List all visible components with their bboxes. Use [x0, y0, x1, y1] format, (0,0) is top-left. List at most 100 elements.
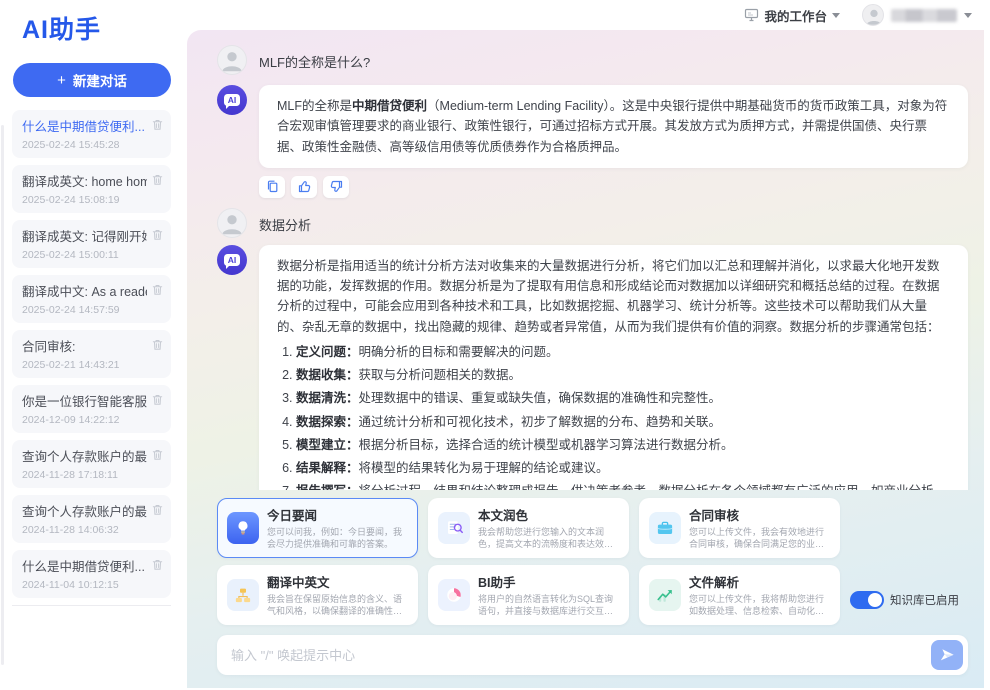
ai-intro: 数据分析是指用适当的统计分析方法对收集来的大量数据进行分析，将它们加以汇总和理解…	[277, 259, 940, 334]
card-desc: 我会帮助您进行您输入的文本润色，提高文本的流畅度和表达效果。	[478, 526, 619, 551]
card-title: 今日要闻	[267, 505, 408, 524]
trash-icon[interactable]	[151, 448, 164, 462]
avatar	[862, 4, 884, 26]
sidebar-scrollbar[interactable]	[1, 125, 4, 665]
conversation-time: 2025-02-21 14:43:21	[22, 359, 147, 371]
sidebar: AI助手 + 新建对话 什么是中期借贷便利... 2025-02-24 15:4…	[0, 0, 187, 690]
user-avatar	[217, 208, 247, 238]
conversation-item[interactable]: 翻译成中文: As a reader... 2025-02-24 14:57:5…	[12, 275, 171, 323]
conversation-time: 2024-11-04 10:12:15	[22, 579, 147, 591]
step-item: 报告撰写：将分析过程、结果和结论整理成报告，供决策者参考。数据分析在各个领域都有…	[296, 481, 950, 489]
step-item: 数据清洗：处理数据中的错误、重复或缺失值，确保数据的准确性和完整性。	[296, 388, 950, 408]
thumb-down-icon	[329, 179, 344, 194]
card-title: 合同审核	[689, 505, 830, 524]
like-button[interactable]	[291, 176, 317, 198]
bulb-icon	[227, 512, 259, 544]
ai-avatar: AI	[217, 85, 247, 115]
conversation-time: 2024-11-28 17:18:11	[22, 469, 147, 481]
knowledge-base-toggle[interactable]: 知识库已启用	[850, 591, 959, 609]
send-button[interactable]	[931, 640, 963, 670]
conversation-item[interactable]: 什么是中期借贷便利... 2024-11-04 10:12:15	[12, 550, 171, 598]
user-message: 数据分析	[217, 208, 968, 238]
trash-icon[interactable]	[151, 228, 164, 242]
card-title: 翻译中英文	[267, 572, 408, 591]
conversation-time: 2025-02-24 15:00:11	[22, 249, 147, 261]
conversation-list: 什么是中期借贷便利... 2025-02-24 15:45:28 翻译成英文: …	[0, 110, 187, 598]
trash-icon[interactable]	[151, 338, 164, 352]
conversation-item[interactable]: 翻译成英文: 记得刚开始... 2025-02-24 15:00:11	[12, 220, 171, 268]
conversation-time: 2025-02-24 15:08:19	[22, 194, 147, 206]
chat-main-area: MLF的全称是什么? AI MLF的全称是中期借贷便利（Medium-term …	[187, 30, 984, 688]
trash-icon[interactable]	[151, 558, 164, 572]
workspace-menu[interactable]: 我的工作台	[744, 6, 840, 25]
ai-avatar: AI	[217, 245, 247, 275]
card-contract-review[interactable]: 合同审核 您可以上传文件，我会有效地进行合同审核，确保合同满足您的业务需求。	[639, 498, 840, 558]
workspace-label: 我的工作台	[764, 6, 827, 25]
step-item: 结果解释：将模型的结果转化为易于理解的结论或建议。	[296, 458, 950, 478]
conversation-title: 合同审核:	[22, 336, 147, 355]
step-item: 定义问题：明确分析的目标和需要解决的问题。	[296, 342, 950, 362]
knowledge-base-label: 知识库已启用	[890, 592, 959, 608]
card-desc: 您可以上传文件，我会有效地进行合同审核，确保合同满足您的业务需求。	[689, 526, 830, 551]
divider	[12, 605, 171, 606]
toggle-on-icon	[850, 591, 884, 609]
monitor-icon	[744, 8, 759, 22]
plus-icon: +	[57, 72, 66, 89]
conversation-title: 什么是中期借贷便利...	[22, 556, 147, 575]
trash-icon[interactable]	[151, 118, 164, 132]
conversation-item[interactable]: 什么是中期借贷便利... 2025-02-24 15:45:28	[12, 110, 171, 158]
conversation-time: 2024-12-09 14:22:12	[22, 414, 147, 426]
analysis-steps: 定义问题：明确分析的目标和需要解决的问题。 数据收集：获取与分析问题相关的数据。…	[277, 342, 950, 490]
pie-chart-icon	[438, 579, 470, 611]
ai-message: AI MLF的全称是中期借贷便利（Medium-term Lending Fac…	[217, 85, 968, 168]
quick-cards-section: 今日要闻 您可以问我，例如：今日要闻，我会尽力提供准确和可靠的答案。 本文润色 …	[187, 490, 984, 625]
user-message-text: MLF的全称是什么?	[259, 52, 370, 71]
card-desc: 将用户的自然语言转化为SQL查询语句，并直接与数据库进行交互，返回智能推荐的图表…	[478, 593, 619, 618]
chevron-down-icon	[832, 13, 840, 18]
copy-icon	[265, 179, 280, 194]
message-input[interactable]	[231, 648, 931, 663]
step-item: 数据探索：通过统计分析和可视化技术，初步了解数据的分布、趋势和关联。	[296, 412, 950, 432]
conversation-item[interactable]: 翻译成英文: home home 2025-02-24 15:08:19	[12, 165, 171, 213]
card-text-polish[interactable]: 本文润色 我会帮助您进行您输入的文本润色，提高文本的流畅度和表达效果。	[428, 498, 629, 558]
step-item: 数据收集：获取与分析问题相关的数据。	[296, 365, 950, 385]
ai-message-card: MLF的全称是中期借贷便利（Medium-term Lending Facili…	[259, 85, 968, 168]
composer-section	[187, 625, 984, 688]
user-menu[interactable]	[862, 4, 972, 26]
top-header: 我的工作台	[187, 0, 990, 30]
conversation-title: 翻译成中文: As a reader...	[22, 281, 147, 300]
chat-messages: MLF的全称是什么? AI MLF的全称是中期借贷便利（Medium-term …	[187, 30, 984, 490]
user-avatar	[217, 45, 247, 75]
card-desc: 我会旨在保留原始信息的含义、语气和风格，以确保翻译的准确性和自然流畅。	[267, 593, 408, 618]
card-today-news[interactable]: 今日要闻 您可以问我，例如：今日要闻，我会尽力提供准确和可靠的答案。	[217, 498, 418, 558]
trash-icon[interactable]	[151, 173, 164, 187]
doc-polish-icon	[438, 512, 470, 544]
ai-message: AI 数据分析是指用适当的统计分析方法对收集来的大量数据进行分析，将它们加以汇总…	[217, 245, 968, 490]
conversation-item[interactable]: 你是一位银行智能客服, ... 2024-12-09 14:22:12	[12, 385, 171, 433]
dislike-button[interactable]	[323, 176, 349, 198]
ai-message-card: 数据分析是指用适当的统计分析方法对收集来的大量数据进行分析，将它们加以汇总和理解…	[259, 245, 968, 490]
conversation-time: 2024-11-28 14:06:32	[22, 524, 147, 536]
trash-icon[interactable]	[151, 503, 164, 517]
chevron-down-icon	[964, 13, 972, 18]
trash-icon[interactable]	[151, 393, 164, 407]
conversation-item[interactable]: 查询个人存款账户的最新... 2024-11-28 14:06:32	[12, 495, 171, 543]
briefcase-icon	[649, 512, 681, 544]
paper-plane-icon	[939, 647, 955, 663]
card-bi-assistant[interactable]: BI助手 将用户的自然语言转化为SQL查询语句，并直接与数据库进行交互，返回智能…	[428, 565, 629, 625]
thumb-up-icon	[297, 179, 312, 194]
conversation-title: 查询个人存款账户的最新...	[22, 446, 147, 465]
new-chat-button[interactable]: + 新建对话	[13, 63, 171, 97]
conversation-title: 翻译成英文: 记得刚开始...	[22, 226, 147, 245]
conversation-item[interactable]: 查询个人存款账户的最新... 2024-11-28 17:18:11	[12, 440, 171, 488]
card-desc: 您可以上传文件，我将帮助您进行如数据处理、信息检索、自动化办公等。	[689, 593, 830, 618]
user-message-text: 数据分析	[259, 215, 311, 234]
trash-icon[interactable]	[151, 283, 164, 297]
card-desc: 您可以问我，例如：今日要闻，我会尽力提供准确和可靠的答案。	[267, 526, 408, 551]
copy-button[interactable]	[259, 176, 285, 198]
conversation-time: 2025-02-24 14:57:59	[22, 304, 147, 316]
card-title: 本文润色	[478, 505, 619, 524]
card-file-parse[interactable]: 文件解析 您可以上传文件，我将帮助您进行如数据处理、信息检索、自动化办公等。	[639, 565, 840, 625]
card-translate[interactable]: 翻译中英文 我会旨在保留原始信息的含义、语气和风格，以确保翻译的准确性和自然流畅…	[217, 565, 418, 625]
conversation-item[interactable]: 合同审核: 2025-02-21 14:43:21	[12, 330, 171, 378]
